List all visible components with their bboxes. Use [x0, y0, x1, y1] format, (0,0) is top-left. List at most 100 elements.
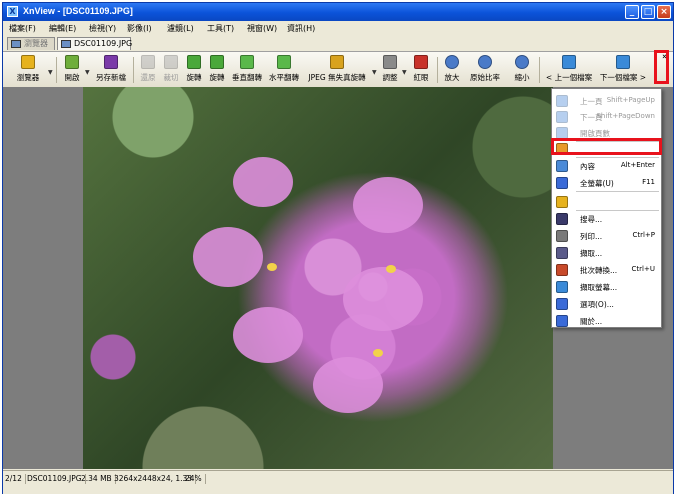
toolbar-button-adjust[interactable]: 調整	[379, 55, 401, 85]
toolbar-button-rotate-left[interactable]: 旋轉	[183, 55, 205, 85]
toolbar-button-browser[interactable]: 瀏覽器	[9, 55, 47, 85]
overflow-menu-item[interactable]: 上一頁 Shift+PageUp	[552, 93, 661, 109]
toolbar-label: 原始比率	[470, 73, 500, 82]
rotate-left-icon	[187, 55, 201, 69]
tab-strip: 瀏覽器 DSC01109.JPG	[3, 35, 673, 52]
toolbar-label: 還原	[140, 73, 156, 82]
maximize-button[interactable]: □	[641, 5, 655, 19]
highlight-menu-row	[551, 138, 662, 155]
status-file-index: 2/12	[5, 474, 26, 484]
menu-image[interactable]: 影像(I)	[127, 23, 152, 34]
tab-browser-label: 瀏覽器	[24, 39, 48, 48]
dropdown-arrow-icon[interactable]: ▼	[372, 69, 377, 76]
menu-window[interactable]: 視窗(W)	[247, 23, 277, 34]
toolbar-button-jpeg-lossless[interactable]: JPEG 無失真旋轉	[305, 55, 369, 85]
toolbar-button-undo[interactable]: 還原	[137, 55, 159, 85]
overflow-menu-item-label: 列印...	[580, 232, 603, 241]
tab-browser[interactable]: 瀏覽器	[7, 37, 55, 50]
folder-open-icon	[556, 196, 568, 208]
toolbar-button-flip-vertical[interactable]: 垂直翻轉	[229, 55, 265, 85]
overflow-menu-item-label: 選項(O)...	[580, 300, 614, 309]
toolbar-button-red-eye[interactable]: 紅眼	[409, 55, 433, 85]
menu-filter[interactable]: 濾鏡(L)	[167, 23, 194, 34]
toolbar-label: 開啟	[64, 73, 80, 82]
menu-bar: 檔案(F) 編輯(E) 檢視(Y) 影像(I) 濾鏡(L) 工具(T) 視窗(W…	[3, 21, 673, 35]
open-folder-icon	[65, 55, 79, 69]
toolbar-label: 下一個檔案 >	[599, 73, 647, 82]
toolbar-label: 另存新檔	[96, 73, 126, 82]
menu-tools[interactable]: 工具(T)	[207, 23, 234, 34]
overflow-menu-item[interactable]: 選項(O)...	[552, 296, 661, 312]
rotate-right-icon	[210, 55, 224, 69]
toolbar-button-flip-horizontal[interactable]: 水平翻轉	[266, 55, 302, 85]
toolbar-label: 裁切	[163, 73, 179, 82]
fullscreen-icon	[556, 177, 568, 189]
menu-info[interactable]: 資訊(H)	[287, 23, 315, 34]
toolbar-button-next-file[interactable]: 下一個檔案 >	[597, 55, 649, 85]
overflow-menu-item[interactable]: 搜尋...	[552, 211, 661, 227]
toolbar-button-zoom-original[interactable]: 原始比率	[467, 55, 503, 85]
menu-divider	[576, 191, 659, 192]
overflow-menu-item-label: 擷取...	[580, 249, 603, 258]
overflow-menu-item[interactable]: 關於...	[552, 313, 661, 329]
overflow-menu-item[interactable]: 全螢幕(U) F11	[552, 175, 661, 191]
batch-convert-icon	[556, 264, 568, 276]
toolbar-button-save-as[interactable]: 另存新檔	[91, 55, 131, 85]
image-tab-icon	[61, 40, 71, 48]
status-zoom: 24%	[185, 474, 206, 484]
toolbar-label: 旋轉	[186, 73, 202, 82]
tab-image[interactable]: DSC01109.JPG	[57, 37, 133, 50]
undo-icon	[141, 55, 155, 69]
status-file-size: 2.34 MB	[81, 474, 116, 484]
toolbar-button-rotate-right[interactable]: 旋轉	[206, 55, 228, 85]
minimize-button[interactable]: _	[625, 5, 639, 19]
petal-shape	[193, 227, 263, 287]
flower-eye	[386, 265, 396, 273]
overflow-menu-item[interactable]: 批次轉換... Ctrl+U	[552, 262, 661, 278]
overflow-menu-item[interactable]: 下一頁 Shift+PageDown	[552, 109, 661, 125]
screen-capture-icon	[556, 281, 568, 293]
toolbar-label: JPEG 無失真旋轉	[308, 73, 366, 82]
overflow-menu-item-label: 擷取螢幕...	[580, 283, 618, 292]
flip-horizontal-icon	[277, 55, 291, 69]
dropdown-arrow-icon[interactable]: ▼	[48, 69, 53, 76]
options-icon	[556, 298, 568, 310]
toolbar-label: 垂直翻轉	[232, 73, 262, 82]
tab-image-label: DSC01109.JPG	[74, 39, 133, 48]
capture-icon	[556, 247, 568, 259]
toolbar-separator	[56, 57, 57, 83]
page-up-icon	[556, 95, 568, 107]
overflow-menu-item-shortcut: Ctrl+P	[632, 231, 655, 239]
petal-shape	[233, 157, 293, 207]
close-button[interactable]: ×	[657, 5, 671, 19]
toolbar-button-crop[interactable]: 裁切	[160, 55, 182, 85]
toolbar-separator	[133, 57, 134, 83]
menu-edit[interactable]: 編輯(E)	[49, 23, 76, 34]
status-bar: 2/12 DSC01109.JPG 2.34 MB 3264x2448x24, …	[3, 470, 673, 494]
status-dimensions: 3264x2448x24, 1.33	[114, 474, 197, 484]
adjust-icon	[383, 55, 397, 69]
overflow-menu-item[interactable]	[552, 194, 661, 210]
overflow-menu-item[interactable]: 內容 Alt+Enter	[552, 158, 661, 174]
toolbar-label: 縮小	[514, 73, 530, 82]
dropdown-arrow-icon[interactable]: ▼	[402, 69, 407, 76]
arrow-left-icon	[562, 55, 576, 69]
petal-shape	[233, 307, 303, 363]
dropdown-arrow-icon[interactable]: ▼	[85, 69, 90, 76]
menu-file[interactable]: 檔案(F)	[9, 23, 36, 34]
folder-tab-icon	[11, 40, 21, 48]
highlight-overflow-button	[654, 50, 669, 84]
toolbar-button-zoom-out[interactable]: 縮小	[511, 55, 533, 85]
petal-shape	[353, 177, 423, 233]
overflow-menu-item[interactable]: 擷取螢幕...	[552, 279, 661, 295]
toolbar-button-open[interactable]: 開啟	[59, 55, 85, 85]
toolbar-button-zoom-in[interactable]: 放大	[441, 55, 463, 85]
title-bar[interactable]: X XnView - [DSC01109.JPG] _ □ ×	[3, 3, 673, 21]
overflow-menu: 上一頁 Shift+PageUp 下一頁 Shift+PageDown 開啟頁數 內容 Al…	[551, 88, 662, 328]
toolbar-separator	[437, 57, 438, 83]
overflow-menu-item[interactable]: 擷取...	[552, 245, 661, 261]
toolbar-button-previous-file[interactable]: < 上一個檔案	[543, 55, 595, 85]
zoom-in-icon	[445, 55, 459, 69]
menu-view[interactable]: 檢視(Y)	[89, 23, 116, 34]
overflow-menu-item[interactable]: 列印... Ctrl+P	[552, 228, 661, 244]
